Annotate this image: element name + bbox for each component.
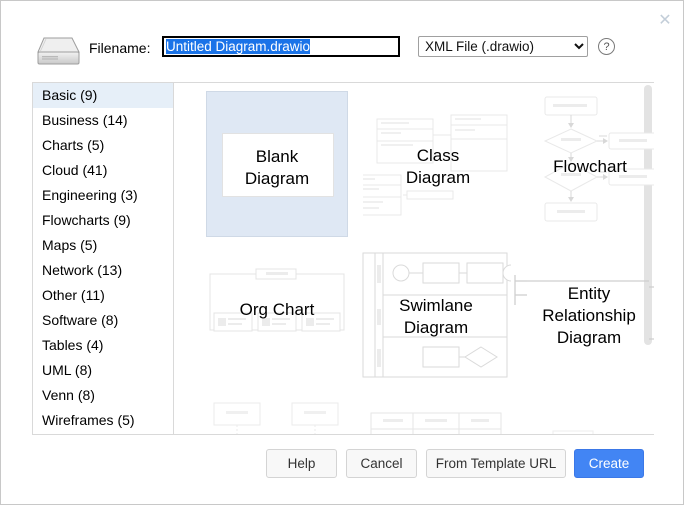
sidebar-item-software[interactable]: Software (8) xyxy=(33,308,173,333)
class-diagram-preview xyxy=(363,91,513,237)
org-chart-preview xyxy=(206,257,348,381)
sidebar-item-wireframes[interactable]: Wireframes (5) xyxy=(33,408,173,433)
swimlane-diagram-preview xyxy=(361,251,511,387)
template-tile-org-chart[interactable]: Org Chart xyxy=(206,257,348,381)
filetype-select[interactable]: XML File (.drawio) xyxy=(418,36,588,57)
help-button[interactable]: Help xyxy=(266,449,337,478)
template-tile-row3-left[interactable] xyxy=(206,401,348,434)
sidebar-item-uml[interactable]: UML (8) xyxy=(33,358,173,383)
template-tile-swimlane-diagram[interactable]: Swimlane Diagram xyxy=(361,251,511,387)
sidebar-item-business[interactable]: Business (14) xyxy=(33,108,173,133)
filename-input[interactable] xyxy=(162,36,400,57)
template-grid: Blank Diagram Class Diagram Flowchart Or… xyxy=(175,83,654,434)
template-tile-blank-diagram[interactable]: Blank Diagram xyxy=(206,91,348,237)
template-tile-row3-right[interactable] xyxy=(513,401,654,434)
template-panel: Basic (9) Business (14) Charts (5) Cloud… xyxy=(32,82,654,435)
cancel-button[interactable]: Cancel xyxy=(346,449,417,478)
dialog-footer: Help Cancel From Template URL Create xyxy=(1,449,685,489)
sidebar-item-network[interactable]: Network (13) xyxy=(33,258,173,283)
template-tile-flowchart[interactable]: Flowchart xyxy=(515,91,654,237)
help-icon[interactable]: ? xyxy=(598,38,615,55)
entity-relationship-preview xyxy=(513,251,654,387)
new-diagram-dialog: ✕ Filename: XML File (.dr xyxy=(0,0,684,505)
sidebar-item-other[interactable]: Other (11) xyxy=(33,283,173,308)
sidebar-item-maps[interactable]: Maps (5) xyxy=(33,233,173,258)
sidebar-item-basic[interactable]: Basic (9) xyxy=(33,83,173,108)
flowchart-preview xyxy=(515,91,654,237)
close-icon[interactable]: ✕ xyxy=(655,11,675,31)
template-tile-row3-middle[interactable] xyxy=(361,401,511,434)
template-tile-class-diagram[interactable]: Class Diagram xyxy=(363,91,513,237)
row3-left-preview xyxy=(206,401,348,434)
sidebar-item-engineering[interactable]: Engineering (3) xyxy=(33,183,173,208)
template-tile-entity-relationship-diagram[interactable]: Entity Relationship Diagram xyxy=(513,251,654,387)
filename-label: Filename: xyxy=(89,40,151,56)
sidebar-item-cloud[interactable]: Cloud (41) xyxy=(33,158,173,183)
row3-middle-preview xyxy=(361,401,511,434)
blank-diagram-preview xyxy=(222,133,334,197)
sidebar-item-charts[interactable]: Charts (5) xyxy=(33,133,173,158)
sidebar-item-tables[interactable]: Tables (4) xyxy=(33,333,173,358)
category-sidebar[interactable]: Basic (9) Business (14) Charts (5) Cloud… xyxy=(33,83,174,434)
dialog-header: Filename: XML File (.drawio) ? xyxy=(1,29,685,75)
sidebar-item-venn[interactable]: Venn (8) xyxy=(33,383,173,408)
row3-right-preview xyxy=(513,401,654,434)
create-button[interactable]: Create xyxy=(574,449,644,478)
hard-drive-icon xyxy=(34,32,82,68)
sidebar-item-flowcharts[interactable]: Flowcharts (9) xyxy=(33,208,173,233)
from-template-url-button[interactable]: From Template URL xyxy=(426,449,566,478)
